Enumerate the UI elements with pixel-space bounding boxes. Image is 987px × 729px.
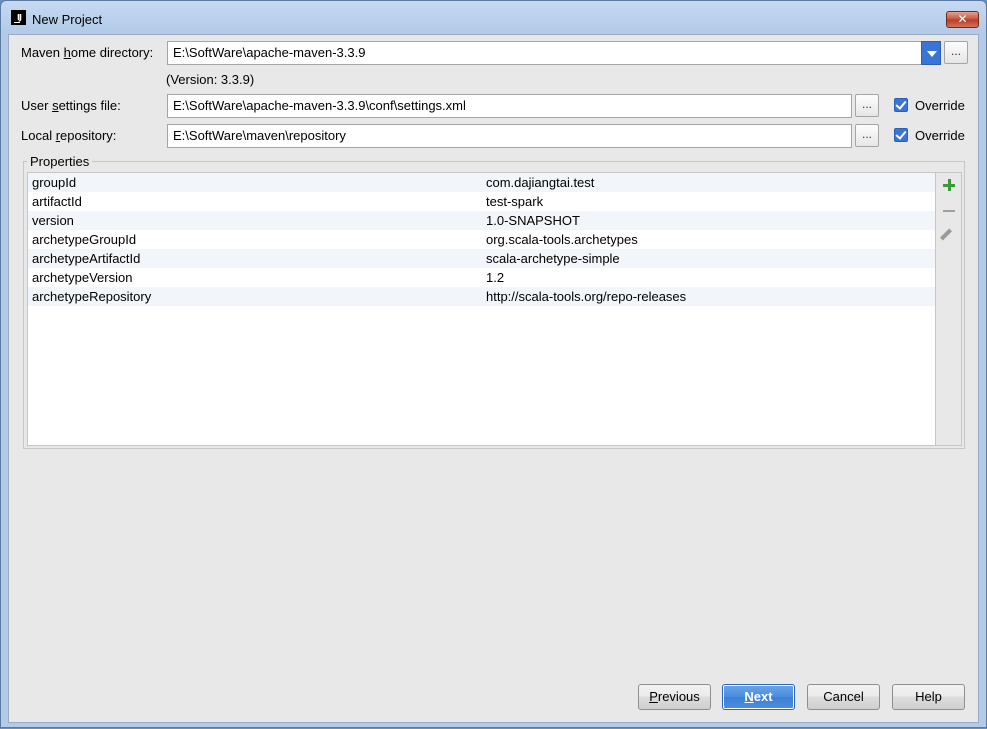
property-key: groupId bbox=[32, 175, 77, 190]
property-value: scala-archetype-simple bbox=[486, 251, 620, 266]
table-row[interactable]: archetypeVersion 1.2 bbox=[28, 268, 936, 287]
table-row[interactable]: archetypeRepository http://scala-tools.or… bbox=[28, 287, 936, 306]
local-repo-override-label: Override bbox=[915, 128, 965, 143]
user-settings-field[interactable]: E:\SoftWare\apache-maven-3.3.9\conf\sett… bbox=[167, 94, 852, 118]
maven-home-combo[interactable]: E:\SoftWare\apache-maven-3.3.9 bbox=[167, 41, 922, 65]
edit-property-icon[interactable] bbox=[939, 228, 953, 241]
add-property-icon[interactable] bbox=[942, 178, 956, 192]
properties-title: Properties bbox=[27, 154, 93, 169]
property-key: archetypeGroupId bbox=[32, 232, 137, 247]
table-row[interactable]: artifactId test-spark bbox=[28, 192, 936, 211]
property-key: archetypeRepository bbox=[32, 289, 152, 304]
local-repo-field[interactable]: E:\SoftWare\maven\repository bbox=[167, 124, 852, 148]
property-value: http://scala-tools.org/repo-releases bbox=[486, 289, 687, 304]
property-value: 1.2 bbox=[486, 270, 505, 285]
table-row[interactable]: version 1.0-SNAPSHOT bbox=[28, 211, 936, 230]
dialog-content: Maven home directory: E:\SoftWare\apache… bbox=[8, 34, 979, 723]
table-row[interactable]: archetypeArtifactId scala-archetype-simpl… bbox=[28, 249, 936, 268]
maven-home-label: Maven home directory: bbox=[21, 45, 154, 60]
user-settings-label: User settings file: bbox=[21, 98, 121, 113]
property-key: archetypeArtifactId bbox=[32, 251, 141, 266]
property-value: com.dajiangtai.test bbox=[486, 175, 595, 190]
user-settings-browse-button[interactable]: ... bbox=[855, 94, 879, 117]
user-settings-override-checkbox[interactable] bbox=[894, 98, 908, 112]
cancel-button[interactable]: Cancel bbox=[807, 684, 880, 710]
property-key: version bbox=[32, 213, 74, 228]
local-repo-label: Local repository: bbox=[21, 128, 117, 143]
help-button[interactable]: Help bbox=[892, 684, 965, 710]
property-key: artifactId bbox=[32, 194, 82, 209]
local-repo-browse-button[interactable]: ... bbox=[855, 124, 879, 147]
local-repo-override-checkbox[interactable] bbox=[894, 128, 908, 142]
new-project-window: IJ New Project ✕ Maven home directory: E… bbox=[0, 0, 987, 728]
property-value: 1.0-SNAPSHOT bbox=[486, 213, 580, 228]
maven-home-browse-button[interactable]: ... bbox=[944, 41, 968, 64]
property-value: test-spark bbox=[486, 194, 544, 209]
maven-version-note: (Version: 3.3.9) bbox=[166, 72, 255, 87]
table-row[interactable]: archetypeGroupId org.scala-tools.archetyp… bbox=[28, 230, 936, 249]
next-button[interactable]: Next bbox=[722, 684, 795, 710]
user-settings-override-label: Override bbox=[915, 98, 965, 113]
property-value: org.scala-tools.archetypes bbox=[486, 232, 638, 247]
properties-toolbar bbox=[935, 172, 962, 446]
remove-property-icon[interactable] bbox=[943, 210, 955, 212]
property-key: archetypeVersion bbox=[32, 270, 133, 285]
chevron-down-icon[interactable] bbox=[921, 41, 941, 65]
table-row[interactable]: groupId com.dajiangtai.test bbox=[28, 173, 936, 192]
properties-table[interactable]: groupId com.dajiangtai.test artifactId tes… bbox=[27, 172, 936, 446]
previous-button[interactable]: Previous bbox=[638, 684, 711, 710]
